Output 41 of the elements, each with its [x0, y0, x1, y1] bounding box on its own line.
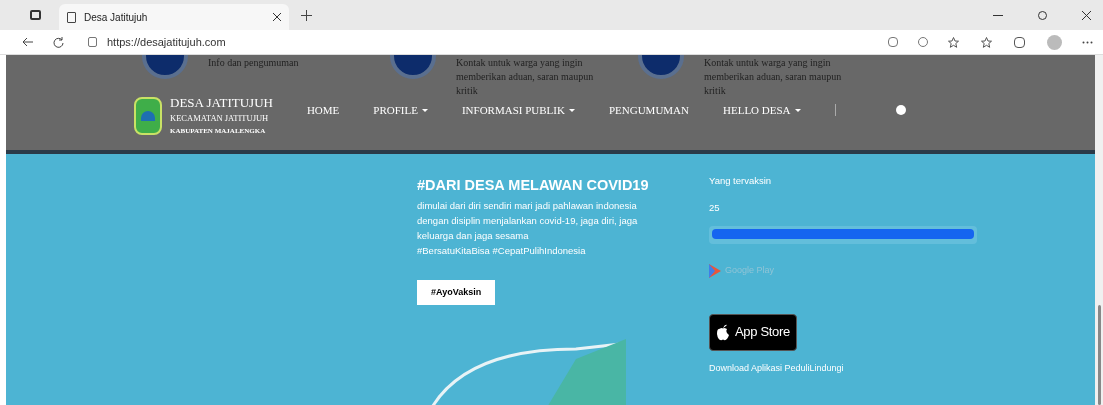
- close-window-icon[interactable]: [1082, 10, 1091, 20]
- nav-link[interactable]: PENGUMUMAN: [608, 101, 689, 119]
- minimize-icon[interactable]: [993, 14, 1003, 16]
- caret-icon: [794, 108, 801, 112]
- vaccinated-count: 25: [709, 201, 721, 216]
- address-bar[interactable]: https://desajatitujuh.com: [88, 33, 848, 51]
- nav-link[interactable]: INFORMASI PUBLIK: [461, 101, 575, 119]
- tab-actions-icon[interactable]: [30, 10, 41, 20]
- vaccine-button[interactable]: #AyoVaksin: [417, 280, 496, 305]
- download-text: Download Aplikasi PeduliLindungi: [709, 361, 845, 375]
- favorites-icon[interactable]: [981, 36, 992, 48]
- village-logo: [134, 97, 162, 135]
- nav-link[interactable]: HOME: [306, 101, 340, 119]
- app-store-badge[interactable]: App Store: [709, 313, 797, 351]
- card-text: Info dan pengumuman: [208, 56, 300, 70]
- avatar-icon[interactable]: [895, 105, 906, 115]
- tab-title: Desa Jatitujuh: [84, 10, 148, 25]
- nav-link[interactable]: PROFILE: [373, 101, 428, 119]
- more-icon[interactable]: [1082, 40, 1093, 44]
- card-text: Kontak untuk warga yang ingin memberikan aduan, saran maupun kritik: [456, 56, 595, 95]
- nav-link[interactable]: HELLO DESA: [723, 101, 801, 119]
- favorite-icon[interactable]: [948, 36, 959, 48]
- caret-icon: [568, 108, 575, 112]
- close-icon[interactable]: [273, 13, 281, 21]
- vaccinated-label: Yang tervaksin: [709, 174, 773, 188]
- new-tab-icon[interactable]: [301, 9, 312, 21]
- apple-icon: [716, 323, 730, 341]
- card-text: Kontak untuk warga yang ingin memberikan aduan, saran maupun kritik: [704, 56, 843, 95]
- hero-body: dimulai dari diri sendiri mari jadi pahlawan indonesia dengan disiplin menjalankan covid-19, jaga diri, jaga keluarga dan jaga sesama: [417, 199, 639, 243]
- scrollbar[interactable]: [1095, 55, 1103, 405]
- hero-title: #DARI DESA MELAWAN COVID19: [417, 176, 649, 195]
- reload-icon[interactable]: [53, 36, 64, 48]
- page-icon: [67, 11, 76, 23]
- caret-icon: [421, 108, 428, 112]
- village-name: DESA JATITUJUH: [170, 95, 273, 111]
- district-name: KECAMATAN JATITUJUH: [170, 112, 270, 125]
- url-text: https://desajatitujuh.com: [107, 34, 226, 50]
- play-icon: [709, 263, 721, 278]
- hashtags-text: #BersatuKitaBisa #CepatPulihIndonesia: [417, 244, 587, 258]
- back-icon[interactable]: [22, 37, 33, 47]
- browser-tab[interactable]: Desa Jatitujuh: [59, 4, 289, 30]
